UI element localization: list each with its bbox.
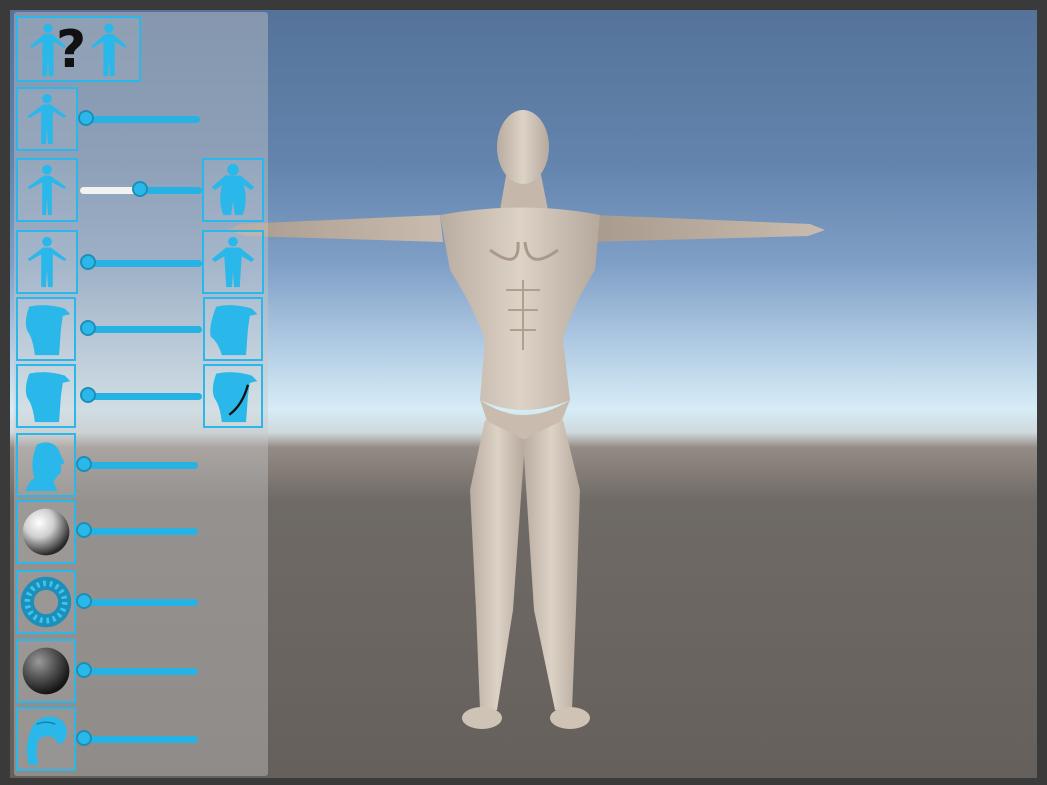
skin-tone-slot[interactable] — [16, 639, 76, 703]
body-muscle-slider-handle[interactable] — [80, 254, 96, 270]
hair-slider[interactable] — [76, 729, 200, 751]
body-muscle-right-slot[interactable] — [202, 230, 264, 294]
body-weight-slider-handle[interactable] — [132, 181, 148, 197]
breast-size-right-slot[interactable] — [203, 297, 263, 361]
breast-shape-slider-handle[interactable] — [80, 387, 96, 403]
torus-texture-icon — [20, 576, 72, 628]
gender-help-button[interactable]: ? — [16, 16, 141, 82]
dark-sphere-icon — [22, 647, 70, 695]
body-size-icon-slot[interactable] — [16, 87, 78, 151]
body-weight-right-slot[interactable] — [202, 158, 264, 222]
body-weight-slider[interactable] — [80, 180, 204, 202]
torso-icon — [25, 372, 71, 423]
breast-shape-right-slot[interactable] — [203, 364, 263, 428]
help-question-mark: ? — [56, 20, 87, 80]
thin-body-icon — [27, 164, 67, 216]
skin-detail-slider[interactable] — [76, 592, 200, 614]
torso-outline-icon — [212, 372, 258, 423]
body-icon — [27, 93, 67, 145]
breast-shape-left-slot[interactable] — [16, 364, 76, 428]
hair-icon — [26, 716, 67, 766]
skin-gloss-slider-handle[interactable] — [76, 522, 92, 538]
head-shape-slider[interactable] — [76, 455, 200, 477]
hair-slot[interactable] — [16, 707, 76, 771]
skin-tone-slider-handle[interactable] — [76, 662, 92, 678]
body-size-slider-handle[interactable] — [78, 110, 94, 126]
skin-detail-slider-handle[interactable] — [76, 593, 92, 609]
heavy-body-icon — [211, 163, 255, 216]
body-icon — [27, 236, 67, 288]
head-shape-slider-handle[interactable] — [76, 456, 92, 472]
muscular-body-icon — [211, 236, 255, 288]
body-muscle-slider[interactable] — [80, 253, 204, 275]
torso-icon — [25, 305, 71, 356]
breast-shape-slider[interactable] — [80, 386, 204, 408]
head-icon — [25, 442, 65, 492]
breast-size-slider-handle[interactable] — [80, 320, 96, 336]
large-breast-torso-icon — [210, 305, 258, 356]
breast-size-left-slot[interactable] — [16, 297, 76, 361]
glossy-sphere-icon — [22, 508, 70, 556]
head-shape-slot[interactable] — [16, 433, 76, 497]
body-weight-left-slot[interactable] — [16, 158, 78, 222]
body-size-slider[interactable] — [78, 109, 202, 131]
hair-slider-handle[interactable] — [76, 730, 92, 746]
skin-gloss-slider[interactable] — [76, 521, 200, 543]
skin-tone-slider[interactable] — [76, 661, 200, 683]
breast-size-slider[interactable] — [80, 319, 204, 341]
scene-viewport[interactable]: ? — [10, 10, 1037, 778]
skin-detail-slot[interactable] — [16, 570, 76, 634]
body-muscle-left-slot[interactable] — [16, 230, 78, 294]
skin-gloss-slot[interactable] — [16, 500, 76, 564]
